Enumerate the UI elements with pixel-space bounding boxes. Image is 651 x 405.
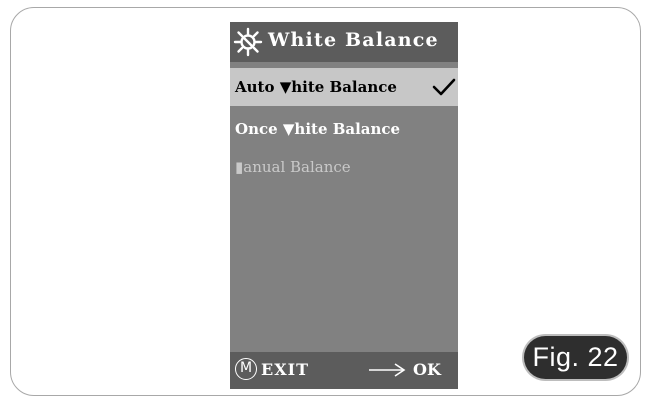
white-balance-screen: White Balance Auto ▼hite Balance Once ▼h… <box>230 22 458 389</box>
menu-item-label: ▮anual Balance <box>235 158 351 176</box>
menu-header: White Balance <box>230 22 458 62</box>
screen-title: White Balance <box>268 29 439 51</box>
menu-item-once-white-balance[interactable]: Once ▼hite Balance <box>230 110 458 148</box>
checkmark-icon <box>432 78 456 96</box>
right-arrow-icon <box>369 363 406 377</box>
sun-gear-icon <box>233 27 263 57</box>
menu-item-auto-white-balance[interactable]: Auto ▼hite Balance <box>230 68 458 106</box>
menu-item-manual-balance[interactable]: ▮anual Balance <box>230 148 458 186</box>
ok-label[interactable]: OK <box>413 360 441 379</box>
exit-label[interactable]: EXIT <box>261 360 309 379</box>
menu-footer: M EXIT OK <box>230 352 458 389</box>
menu-key-icon[interactable]: M <box>235 358 257 380</box>
figure-label-badge: Fig. 22 <box>524 336 627 379</box>
menu-item-label: Auto ▼hite Balance <box>235 78 397 96</box>
menu-item-label: Once ▼hite Balance <box>235 120 401 138</box>
